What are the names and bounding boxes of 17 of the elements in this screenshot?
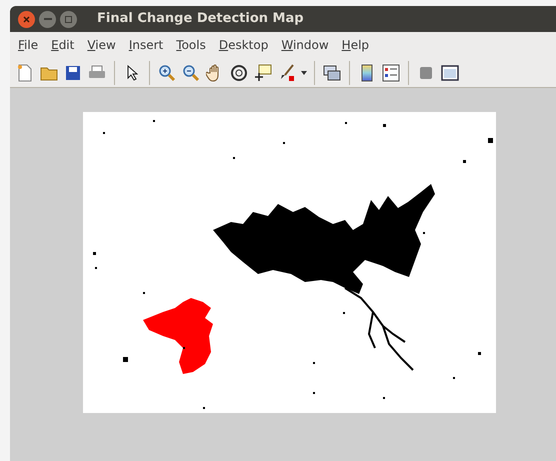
maximize-icon xyxy=(65,16,72,22)
menu-item[interactable]: Desktop xyxy=(218,36,268,54)
close-icon xyxy=(23,16,30,22)
legend-icon[interactable] xyxy=(380,62,402,84)
maximize-button[interactable] xyxy=(60,10,77,28)
minimize-icon xyxy=(44,18,52,20)
close-button[interactable] xyxy=(18,10,35,28)
menu-item[interactable]: View xyxy=(87,36,116,54)
menu-item[interactable]: File xyxy=(18,36,38,54)
data-cursor-icon[interactable] xyxy=(252,62,274,84)
menu-item[interactable]: Insert xyxy=(128,36,164,54)
menu-item[interactable]: Window xyxy=(281,36,329,54)
menu-item[interactable]: Help xyxy=(342,36,370,54)
minimize-button[interactable] xyxy=(39,10,56,28)
menu-item[interactable]: Edit xyxy=(51,36,74,54)
window-title: Final Change Detection Map xyxy=(97,10,304,28)
menu-item[interactable]: Tools xyxy=(176,36,206,54)
